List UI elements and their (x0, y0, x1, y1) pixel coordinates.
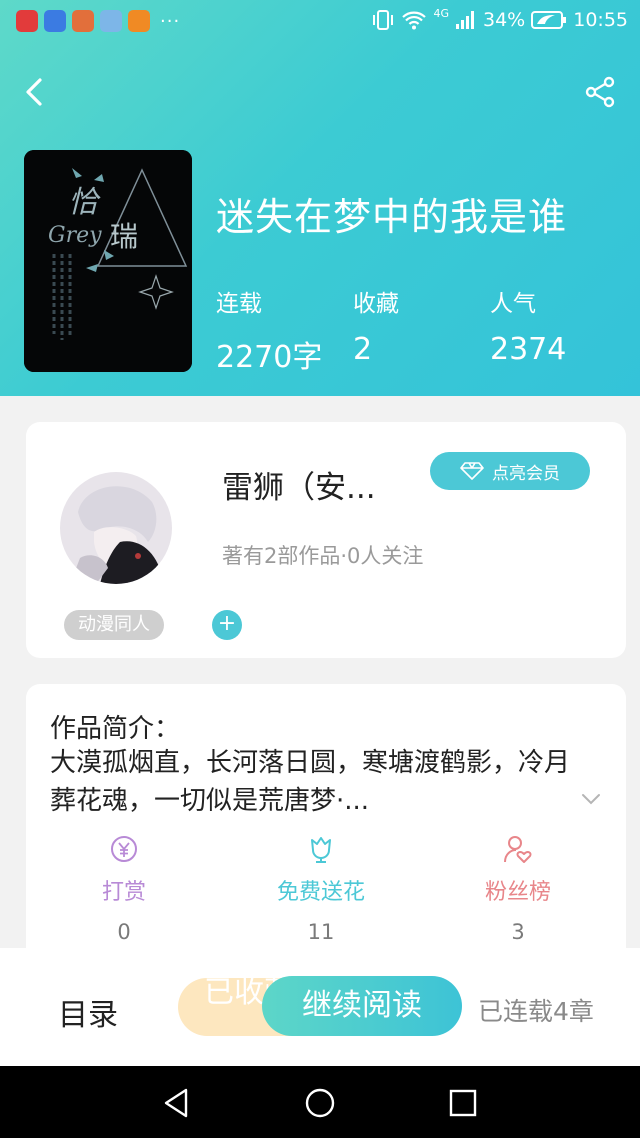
diamond-icon (460, 462, 484, 480)
notification-icons: ··· (16, 10, 180, 32)
battery-icon (531, 11, 567, 29)
chevron-left-icon[interactable] (22, 76, 50, 108)
yen-coin-icon (111, 836, 137, 862)
vip-button[interactable]: 点亮会员 (430, 452, 590, 490)
status-bar: ··· 4G 34% 10:55 (0, 0, 640, 44)
book-cover-image[interactable]: 恰 Grey 瑞 (24, 150, 192, 372)
book-title: 迷失在梦中的我是谁 (216, 195, 568, 239)
send-flower-count: 11 (307, 920, 335, 944)
catalog-button[interactable]: 目录 (58, 990, 118, 1034)
reward-button[interactable]: 打赏 0 (54, 834, 194, 944)
add-tag-button[interactable]: + (212, 610, 242, 640)
genre-tag[interactable]: 动漫同人 (64, 610, 164, 640)
svg-text:恰: 恰 (68, 185, 101, 220)
vibrate-icon (373, 10, 394, 30)
nav-home-icon[interactable] (303, 1086, 337, 1120)
send-flower-button[interactable]: 免费送花 11 (251, 834, 391, 944)
continue-reading-button[interactable]: 继续阅读 (262, 976, 462, 1036)
stat-serial-value: 2270字 (216, 340, 323, 375)
intro-text[interactable]: 大漠孤烟直，长河落日圆，寒塘渡鹤影，冷月葬花魂，一切似是荒唐梦·... (50, 744, 580, 820)
music-app-icon (100, 10, 122, 32)
intro-card: 作品简介： 大漠孤烟直，长河落日圆，寒塘渡鹤影，冷月葬花魂，一切似是荒唐梦·..… (26, 684, 626, 974)
author-card: 雷狮（安... 点亮会员 著有2部作品·0人关注 动漫同人 + (26, 422, 626, 658)
svg-text:瑞: 瑞 (110, 220, 138, 253)
avatar[interactable] (60, 472, 172, 584)
stat-favorites: 收藏 2 (353, 284, 399, 367)
reward-label: 打赏 (101, 880, 146, 905)
network-type: 4G (433, 7, 449, 20)
fan-ranking-label: 粉丝榜 (484, 880, 551, 905)
sogou-app-icon (44, 10, 66, 32)
wifi-icon (402, 11, 427, 30)
battery-percent: 34% (483, 9, 526, 31)
stat-popularity-label: 人气 (490, 291, 536, 317)
stat-favorites-label: 收藏 (353, 291, 399, 317)
stat-popularity-value: 2374 (490, 332, 567, 367)
svg-text:Grey: Grey (48, 223, 102, 248)
flower-icon (311, 837, 331, 863)
share-icon[interactable] (584, 76, 616, 108)
stat-serial: 连载 2270字 (216, 284, 322, 376)
avatar-image (60, 472, 172, 584)
author-name[interactable]: 雷狮（安... (222, 462, 376, 507)
video-app-icon (128, 10, 150, 32)
more-notifications-icon: ··· (160, 10, 181, 32)
vip-label: 点亮会员 (492, 463, 560, 484)
author-stats: 著有2部作品·0人关注 (222, 544, 424, 568)
status-right: 4G 34% 10:55 (371, 7, 628, 31)
stat-favorites-value: 2 (353, 332, 373, 367)
bottom-bar: 目录 已收藏 继续阅读 已连载4章 (0, 948, 640, 1066)
stat-popularity: 人气 2374 (490, 284, 566, 367)
send-flower-label: 免费送花 (276, 880, 365, 905)
nav-back-icon[interactable] (160, 1086, 194, 1120)
nav-recent-icon[interactable] (446, 1086, 480, 1120)
clock: 10:55 (573, 9, 628, 31)
signal-icon (456, 11, 474, 29)
chapter-count: 已连载4章 (478, 997, 594, 1026)
chevron-down-icon[interactable] (580, 788, 602, 810)
game-app-icon (72, 10, 94, 32)
fan-ranking-count: 3 (511, 920, 525, 944)
toutiao-app-icon (16, 10, 38, 32)
cover-art: 恰 Grey 瑞 (24, 150, 192, 372)
stat-serial-label: 连载 (216, 291, 262, 317)
fan-heart-icon (504, 836, 532, 863)
fan-ranking-button[interactable]: 粉丝榜 3 (448, 834, 588, 944)
reward-count: 0 (117, 920, 131, 944)
intro-title: 作品简介： (50, 714, 181, 744)
system-nav-bar (0, 1066, 640, 1138)
